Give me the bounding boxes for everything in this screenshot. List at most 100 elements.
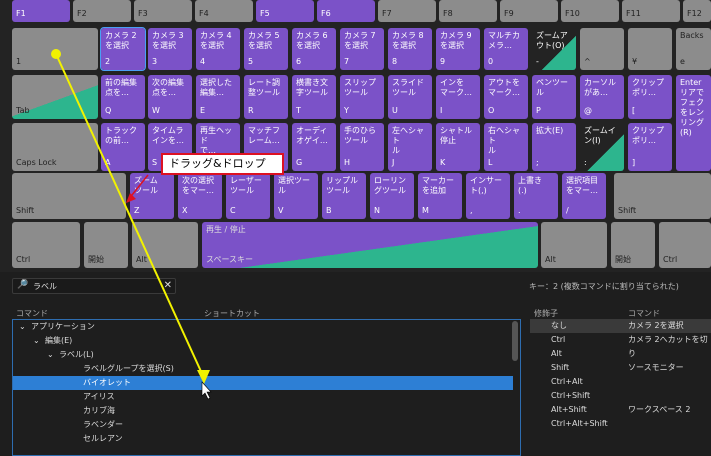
key-row2-13[interactable]: Enter リアで フェク をレン リング (R) (676, 75, 711, 171)
key-row2-2[interactable]: 次の編集 点を… W (148, 75, 192, 119)
tree-row[interactable]: ラベルグループを選択(S) (13, 362, 513, 376)
function-key-f1[interactable]: F1 (12, 0, 70, 22)
key-row5-4[interactable]: Alt (541, 222, 607, 268)
function-key-f12[interactable]: F12 (683, 0, 711, 22)
modifier-row[interactable]: Ctrl カメラ 2へカットを切り (530, 333, 711, 358)
modifier-row[interactable]: Ctrl+Alt (530, 375, 711, 389)
key-row1-10[interactable]: ズームア ウト(O) - (532, 28, 576, 70)
key-row1-12[interactable]: ¥ (628, 28, 672, 70)
function-key-f11[interactable]: F11 (622, 0, 680, 22)
key-row2-3[interactable]: 選択した 編集… E (196, 75, 240, 119)
key-row2-5[interactable]: 横書き文 字ツール T (292, 75, 336, 119)
expand-chevron-icon[interactable]: ⌄ (19, 320, 26, 334)
key-row4-9[interactable]: 上書き (.). (514, 173, 558, 219)
tree-row[interactable]: アイリス (13, 390, 513, 404)
tree-row[interactable]: ⌄ ラベル(L) (13, 348, 513, 362)
key-row5-2[interactable]: Alt (132, 222, 198, 268)
key-row4-8[interactable]: インサー ト(,), (466, 173, 510, 219)
key-row1-9[interactable]: マルチカ メラ… 0 (484, 28, 528, 70)
function-key-f7[interactable]: F7 (378, 0, 436, 22)
key-row4-3[interactable]: レーザー ツール C (226, 173, 270, 219)
search-box[interactable]: 🔎 ラベル ✕ (12, 278, 176, 294)
column-header-command[interactable]: コマンド (16, 308, 48, 319)
key-row2-0[interactable]: Tab (12, 75, 98, 119)
key-row4-7[interactable]: マーカー を追加 M (418, 173, 462, 219)
function-key-f4[interactable]: F4 (195, 0, 253, 22)
tree-row[interactable]: セルレアン (13, 432, 513, 446)
key-row3-10[interactable]: 拡大(E); (532, 123, 576, 171)
key-row1-0[interactable]: 1 (12, 28, 98, 70)
key-row3-0[interactable]: Caps Lock (12, 123, 98, 171)
expand-chevron-icon[interactable]: ⌄ (47, 348, 54, 362)
key-row4-1[interactable]: ズーム ツール Z (130, 173, 174, 219)
modifier-row[interactable]: Alt+Shift ワークスペース 2 (530, 403, 711, 417)
key-row1-5[interactable]: カメラ 6 を選択 6 (292, 28, 336, 70)
key-row3-6[interactable]: 手のひら ツール H (340, 123, 384, 171)
modifier-row[interactable]: なし カメラ 2を選択 (530, 319, 711, 333)
key-row2-4[interactable]: レート調 整ツール R (244, 75, 288, 119)
key-row1-1[interactable]: カメラ 2 を選択 2 (100, 27, 146, 71)
tree-row[interactable]: カリブ海 (13, 404, 513, 418)
key-row2-8[interactable]: インを マーク… I (436, 75, 480, 119)
key-row2-10[interactable]: ペンツー ル P (532, 75, 576, 119)
column-header-shortcut[interactable]: ショートカット (204, 308, 260, 319)
function-key-f10[interactable]: F10 (561, 0, 619, 22)
column-header-modifier[interactable]: 修飾子 (534, 308, 558, 319)
key-row3-11[interactable]: ズームイ ン(I): (580, 123, 624, 171)
key-row4-2[interactable]: 次の選択 をマー… X (178, 173, 222, 219)
function-key-f9[interactable]: F9 (500, 0, 558, 22)
tree-scrollbar[interactable] (512, 321, 518, 361)
key-row4-12[interactable]: Shift (614, 173, 711, 219)
key-row5-3[interactable]: 再生 / 停止 スペースキー (202, 222, 538, 268)
key-row3-7[interactable]: 左へシャト ル J (388, 123, 432, 171)
modifier-row[interactable]: Ctrl+Alt+Shift (530, 417, 711, 431)
key-row2-9[interactable]: アウトを マーク… O (484, 75, 528, 119)
key-row1-3[interactable]: カメラ 4 を選択 4 (196, 28, 240, 70)
key-row1-7[interactable]: カメラ 8 を選択 8 (388, 28, 432, 70)
column-header-command-2[interactable]: コマンド (628, 308, 660, 319)
key-row4-6[interactable]: ローリン グツール N (370, 173, 414, 219)
key-row2-11[interactable]: カーソル があ… @ (580, 75, 624, 119)
key-row2-6[interactable]: スリップ ツール Y (340, 75, 384, 119)
function-key-f3[interactable]: F3 (134, 0, 192, 22)
key-row1-2[interactable]: カメラ 3 を選択 3 (148, 28, 192, 70)
key-row1-13[interactable]: Backs e (676, 28, 711, 70)
key-row5-6[interactable]: Ctrl (659, 222, 711, 268)
key-row4-0[interactable]: Shift (12, 173, 126, 219)
search-input[interactable]: ラベル (33, 281, 57, 292)
tree-row[interactable]: ⌄ アプリケーション (13, 320, 513, 334)
key-row3-12[interactable]: クリップ ポリ…] (628, 123, 672, 171)
key-row1-11[interactable]: ^ (580, 28, 624, 70)
key-row1-4[interactable]: カメラ 5 を選択 5 (244, 28, 288, 70)
key-row2-12[interactable]: クリップ ポリ… [ (628, 75, 672, 119)
key-row2-1[interactable]: 前の編集 点を… Q (101, 75, 145, 119)
clear-search-icon[interactable]: ✕ (164, 280, 172, 291)
function-key-f2[interactable]: F2 (73, 0, 131, 22)
tree-row[interactable]: ラベンダー (13, 418, 513, 432)
key-row4-5[interactable]: リップル ツール B (322, 173, 366, 219)
modifier-row[interactable]: Alt (530, 347, 711, 361)
key-command-label: 手のひら ツール (344, 126, 376, 145)
key-row3-5[interactable]: オーディ オゲイ… G (292, 123, 336, 171)
key-row4-10[interactable]: 選択項目 をマー… / (562, 173, 606, 219)
key-cap-label: H (344, 158, 351, 167)
key-row2-7[interactable]: スライド ツール U (388, 75, 432, 119)
key-row3-1[interactable]: トラック の前… A (101, 123, 145, 171)
key-row1-8[interactable]: カメラ 9 を選択 9 (436, 28, 480, 70)
modifier-row[interactable]: Ctrl+Shift (530, 389, 711, 403)
tree-row[interactable]: バイオレット (13, 376, 513, 390)
function-key-f8[interactable]: F8 (439, 0, 497, 22)
key-row5-0[interactable]: Ctrl (12, 222, 80, 268)
function-key-f6[interactable]: F6 (317, 0, 375, 22)
key-command-label: カメラ 6 を選択 (296, 31, 328, 50)
key-row4-4[interactable]: 選択ツー ル V (274, 173, 318, 219)
tree-row[interactable]: ⌄ 編集(E) (13, 334, 513, 348)
key-row5-1[interactable]: 開始 (84, 222, 128, 268)
expand-chevron-icon[interactable]: ⌄ (33, 334, 40, 348)
key-row3-8[interactable]: シャトル 停止 K (436, 123, 480, 171)
function-key-f5[interactable]: F5 (256, 0, 314, 22)
key-row5-5[interactable]: 開始 (611, 222, 655, 268)
key-row3-9[interactable]: 右へシャト ル L (484, 123, 528, 171)
key-row1-6[interactable]: カメラ 7 を選択 7 (340, 28, 384, 70)
modifier-row[interactable]: Shift ソースモニター (530, 361, 711, 375)
